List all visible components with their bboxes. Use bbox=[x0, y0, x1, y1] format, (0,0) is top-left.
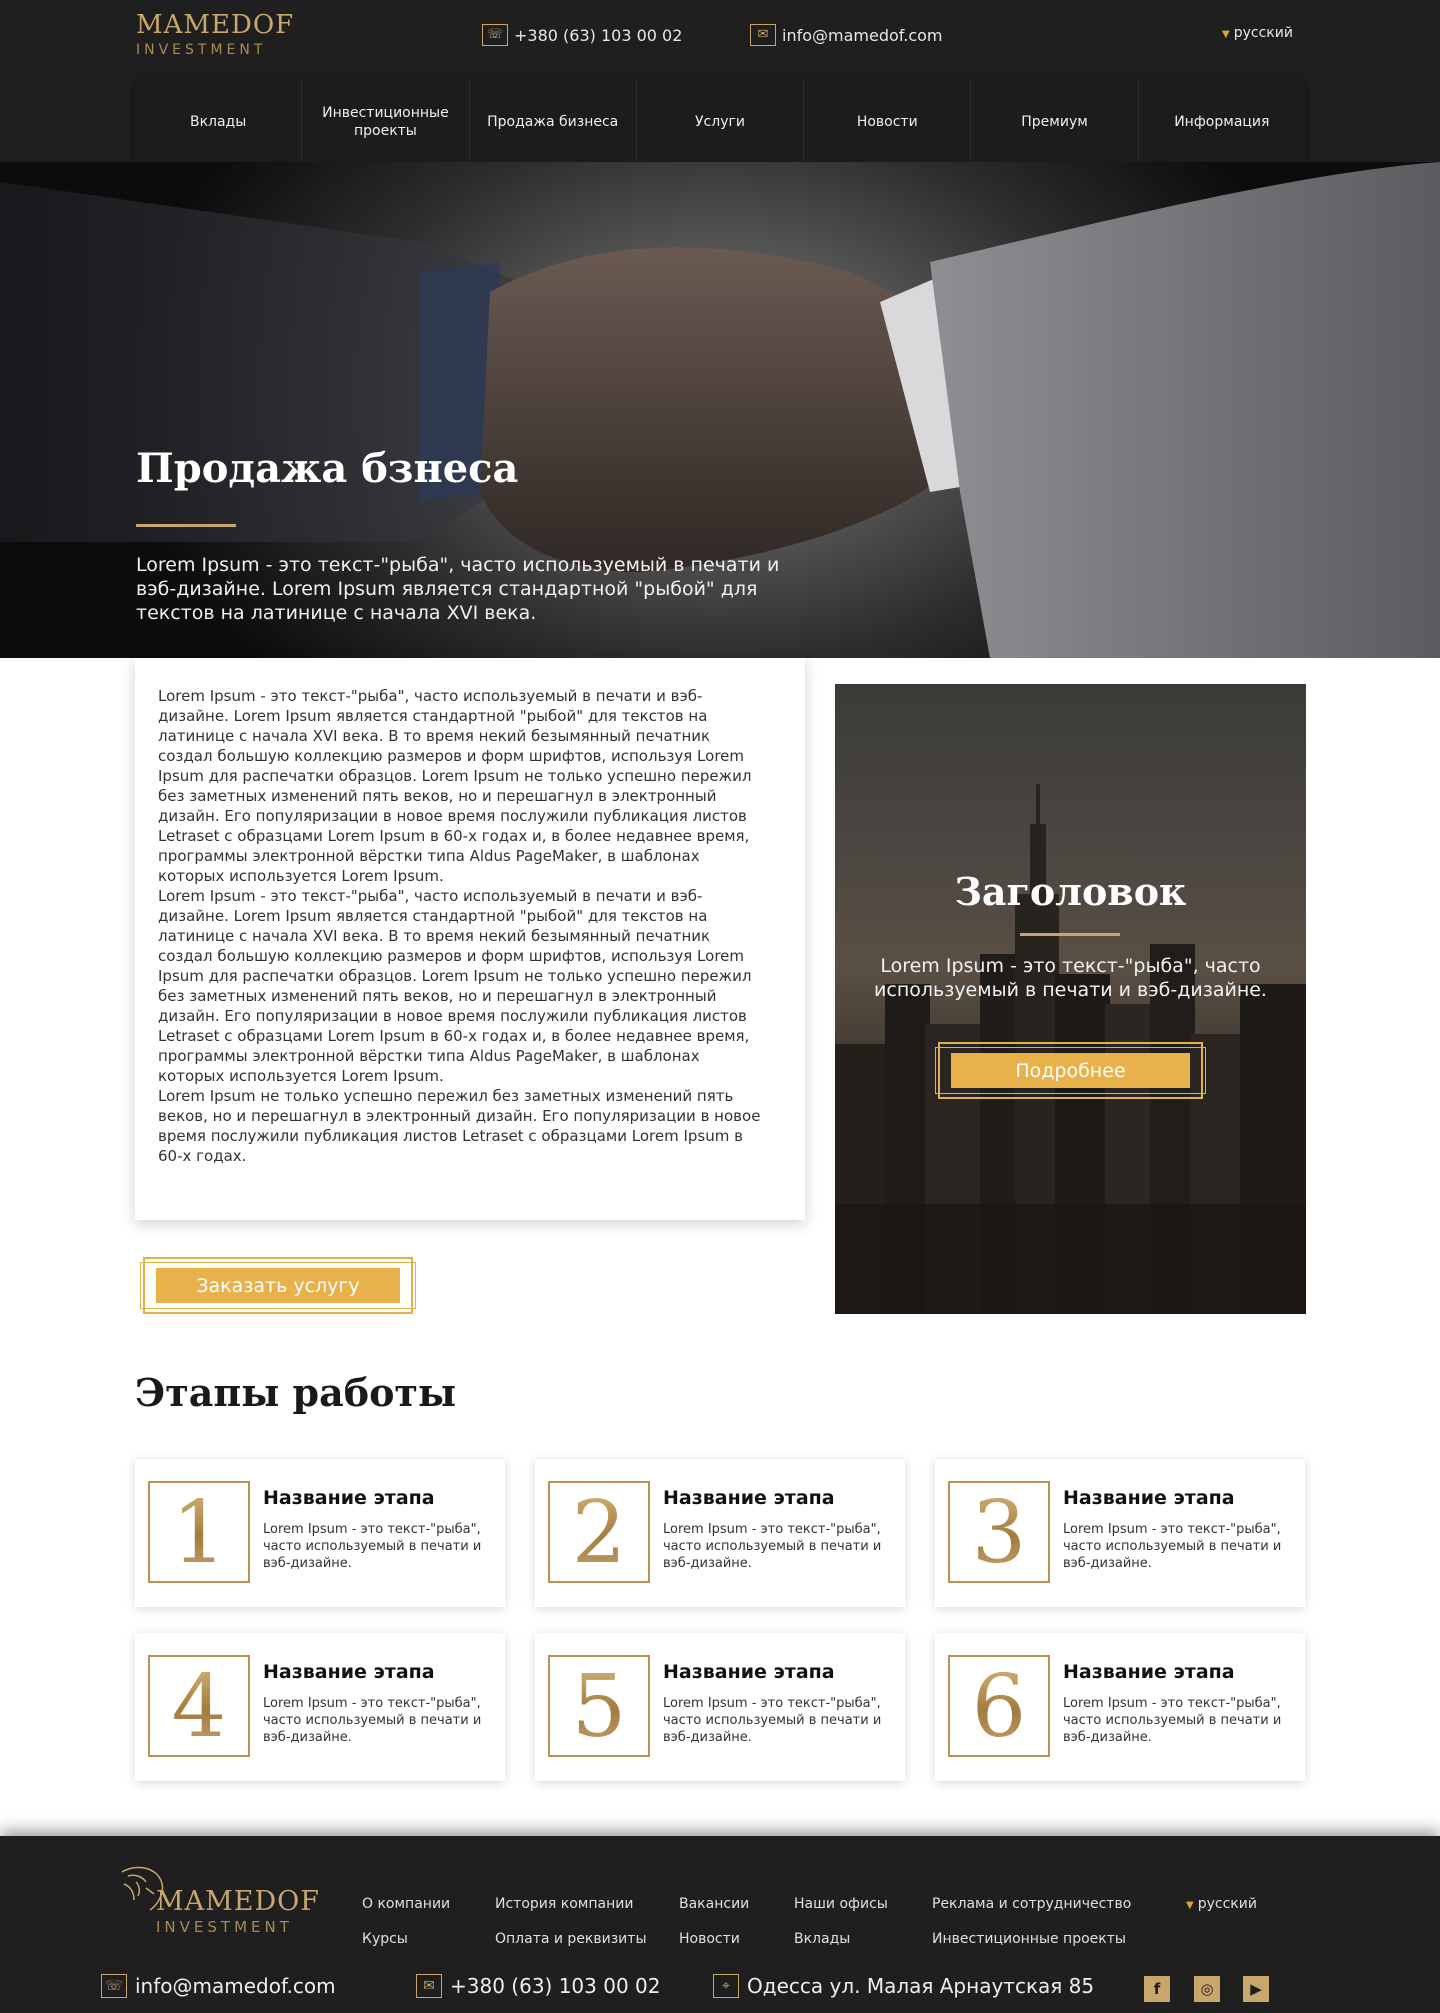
stage-name: Название этапа bbox=[1063, 1487, 1235, 1509]
youtube-icon[interactable]: ▶ bbox=[1243, 1976, 1269, 2002]
caret-down-icon: ▼ bbox=[1222, 29, 1230, 40]
logo-subtitle: INVESTMENT bbox=[136, 42, 267, 58]
stage-card: 1 Название этапа Lorem Ipsum - это текст… bbox=[135, 1459, 505, 1607]
stages-title: Этапы работы bbox=[135, 1370, 457, 1415]
more-button-label: Подробнее bbox=[951, 1053, 1190, 1088]
footer-link-payment[interactable]: Оплата и реквизиты bbox=[495, 1931, 647, 1947]
header-email-text: info@mamedof.com bbox=[782, 25, 943, 45]
mail-icon: ✉ bbox=[416, 1974, 442, 1998]
stage-card: 4 Название этапа Lorem Ipsum - это текст… bbox=[135, 1633, 505, 1781]
footer-phone-text: +380 (63) 103 00 02 bbox=[450, 1974, 661, 1998]
instagram-icon[interactable]: ◎ bbox=[1194, 1976, 1220, 2002]
stage-text: Lorem Ipsum - это текст-"рыба", часто ис… bbox=[263, 1696, 482, 1745]
stage-text: Lorem Ipsum - это текст-"рыба", часто ис… bbox=[663, 1522, 882, 1571]
nav-item-investment-projects[interactable]: Инвестиционные проекты bbox=[302, 81, 470, 162]
stage-name: Название этапа bbox=[663, 1661, 835, 1683]
more-button[interactable]: Подробнее bbox=[935, 1042, 1206, 1099]
stage-text: Lorem Ipsum - это текст-"рыба", часто ис… bbox=[1063, 1696, 1282, 1745]
stage-name: Название этапа bbox=[663, 1487, 835, 1509]
stage-name: Название этапа bbox=[263, 1661, 435, 1683]
facebook-icon[interactable]: f bbox=[1144, 1976, 1170, 2002]
footer-logo-subtitle: INVESTMENT bbox=[156, 1918, 293, 1936]
footer-address-text: Одесса ул. Малая Арнаутская 85 bbox=[747, 1974, 1095, 1998]
stage-number: 5 bbox=[550, 1657, 648, 1757]
promo-title: Заголовок bbox=[954, 869, 1187, 914]
stage-number-box: 3 bbox=[948, 1481, 1050, 1583]
footer-language-label: русский bbox=[1197, 1896, 1257, 1912]
phone-icon: ☏ bbox=[101, 1974, 127, 1998]
stage-number-box: 4 bbox=[148, 1655, 250, 1757]
footer-link-news[interactable]: Новости bbox=[679, 1931, 740, 1947]
footer-link-offices[interactable]: Наши офисы bbox=[794, 1896, 888, 1912]
stage-card: 3 Название этапа Lorem Ipsum - это текст… bbox=[935, 1459, 1305, 1607]
stage-number-box: 5 bbox=[548, 1655, 650, 1757]
content-paragraph-1: Lorem Ipsum - это текст-"рыба", часто ис… bbox=[158, 687, 752, 885]
stage-name: Название этапа bbox=[1063, 1661, 1235, 1683]
stage-number-box: 2 bbox=[548, 1481, 650, 1583]
stage-number: 2 bbox=[550, 1483, 648, 1583]
footer-link-vacancies[interactable]: Вакансии bbox=[679, 1896, 749, 1912]
header-phone[interactable]: ☏ +380 (63) 103 00 02 bbox=[482, 24, 682, 46]
hero-title: Продажа бзнеса bbox=[136, 445, 519, 492]
footer-link-investment-projects[interactable]: Инвестиционные проекты bbox=[932, 1931, 1126, 1947]
footer-logo-title: MAMEDOF bbox=[156, 1886, 321, 1917]
stage-card: 6 Название этапа Lorem Ipsum - это текст… bbox=[935, 1633, 1305, 1781]
caret-down-icon: ▼ bbox=[1186, 1900, 1194, 1911]
content-card: Lorem Ipsum - это текст-"рыба", часто ис… bbox=[135, 658, 805, 1220]
site-header: MAMEDOF INVESTMENT ☏ +380 (63) 103 00 02… bbox=[0, 0, 1440, 162]
location-pin-icon: ⌖ bbox=[713, 1974, 739, 1998]
stage-text: Lorem Ipsum - это текст-"рыба", часто ис… bbox=[1063, 1522, 1282, 1571]
footer-link-about[interactable]: О компании bbox=[362, 1896, 450, 1912]
logo-title: MAMEDOF bbox=[136, 10, 295, 40]
stage-number: 1 bbox=[150, 1483, 248, 1583]
promo-text: Lorem Ipsum - это текст-"рыба", часто ис… bbox=[874, 955, 1267, 1001]
stage-number-box: 1 bbox=[148, 1481, 250, 1583]
stage-number: 6 bbox=[950, 1657, 1048, 1757]
nav-item-information[interactable]: Информация bbox=[1139, 81, 1305, 162]
footer-address[interactable]: ⌖ Одесса ул. Малая Арнаутская 85 bbox=[713, 1974, 1094, 1998]
nav-item-deposits[interactable]: Вклады bbox=[135, 81, 303, 162]
promo-divider bbox=[1020, 933, 1120, 936]
hero-banner: Продажа бзнеса Lorem Ipsum - это текст-"… bbox=[0, 162, 1440, 658]
footer-phone[interactable]: ✉ +380 (63) 103 00 02 bbox=[416, 1974, 661, 1998]
nav-item-business-sale[interactable]: Продажа бизнеса bbox=[470, 81, 637, 162]
content-paragraph-3: Lorem Ipsum не только успешно пережил бе… bbox=[158, 1087, 761, 1165]
order-service-button[interactable]: Заказать услугу bbox=[140, 1257, 416, 1314]
mail-icon: ✉ bbox=[750, 24, 776, 46]
footer-link-deposits[interactable]: Вклады bbox=[794, 1931, 850, 1947]
stage-number-box: 6 bbox=[948, 1655, 1050, 1757]
order-service-label: Заказать услугу bbox=[156, 1268, 400, 1303]
stage-name: Название этапа bbox=[263, 1487, 435, 1509]
hero-divider bbox=[136, 524, 236, 527]
logo[interactable]: MAMEDOF INVESTMENT bbox=[136, 10, 294, 59]
phone-icon: ☏ bbox=[482, 24, 508, 46]
hero-text: Lorem Ipsum - это текст-"рыба", часто ис… bbox=[136, 554, 780, 624]
main-nav: Вклады Инвестиционные проекты Продажа би… bbox=[135, 81, 1305, 162]
footer-link-courses[interactable]: Курсы bbox=[362, 1931, 408, 1947]
footer-language-selector[interactable]: ▼ русский bbox=[1186, 1896, 1257, 1912]
language-label: русский bbox=[1233, 25, 1293, 41]
nav-item-news[interactable]: Новости bbox=[804, 81, 972, 162]
content-paragraph-2: Lorem Ipsum - это текст-"рыба", часто ис… bbox=[158, 887, 752, 1085]
language-selector[interactable]: ▼ русский bbox=[1222, 25, 1293, 41]
stage-number: 4 bbox=[150, 1657, 248, 1757]
stage-card: 2 Название этапа Lorem Ipsum - это текст… bbox=[535, 1459, 905, 1607]
footer-link-advertising[interactable]: Реклама и сотрудничество bbox=[932, 1896, 1131, 1912]
nav-item-services[interactable]: Услуги bbox=[637, 81, 805, 162]
stage-text: Lorem Ipsum - это текст-"рыба", часто ис… bbox=[263, 1522, 482, 1571]
stage-card: 5 Название этапа Lorem Ipsum - это текст… bbox=[535, 1633, 905, 1781]
site-footer: MAMEDOF INVESTMENT О компании История ко… bbox=[0, 1836, 1440, 2013]
footer-link-history[interactable]: История компании bbox=[495, 1896, 633, 1912]
header-email[interactable]: ✉ info@mamedof.com bbox=[750, 24, 943, 46]
footer-email[interactable]: ☏ info@mamedof.com bbox=[101, 1974, 336, 1998]
promo-banner: Заголовок Lorem Ipsum - это текст-"рыба"… bbox=[835, 684, 1306, 1314]
nav-item-premium[interactable]: Премиум bbox=[971, 81, 1139, 162]
footer-email-text: info@mamedof.com bbox=[135, 1974, 336, 1998]
header-phone-text: +380 (63) 103 00 02 bbox=[514, 25, 683, 45]
stage-number: 3 bbox=[950, 1483, 1048, 1583]
stage-text: Lorem Ipsum - это текст-"рыба", часто ис… bbox=[663, 1696, 882, 1745]
